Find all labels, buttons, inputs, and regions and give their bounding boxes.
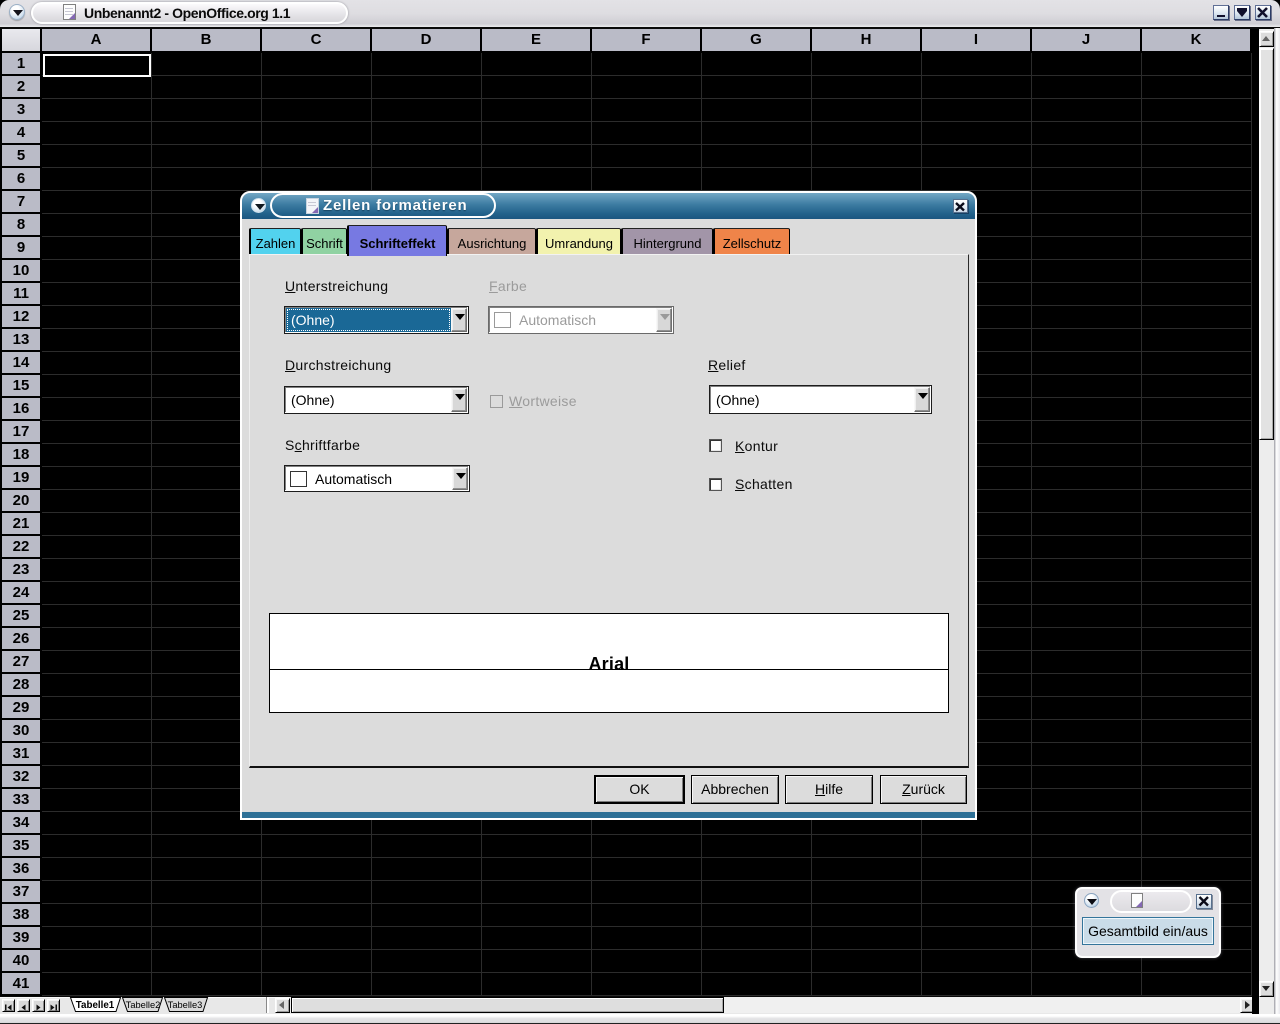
svg-text:Tabelle3: Tabelle3 bbox=[168, 1000, 203, 1010]
svg-text:Tabelle2: Tabelle2 bbox=[126, 1000, 161, 1010]
svg-text:Tabelle1: Tabelle1 bbox=[76, 1000, 115, 1011]
